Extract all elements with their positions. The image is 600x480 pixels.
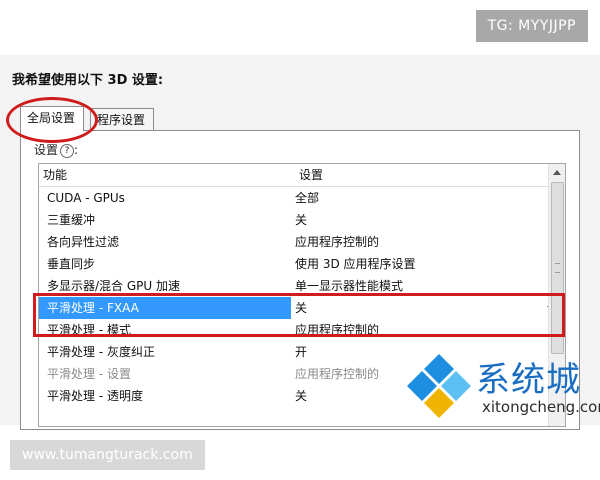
feature-cell: 平滑处理 - 灰度纠正	[47, 345, 155, 359]
page-title: 我希望使用以下 3D 设置:	[12, 73, 164, 88]
help-icon[interactable]: ?	[60, 143, 75, 158]
feature-cell: CUDA - GPUs	[47, 191, 125, 205]
setting-cell: 使用 3D 应用程序设置	[295, 257, 416, 271]
settings-label-text: 设置	[34, 143, 59, 157]
column-header-setting[interactable]: 设置	[295, 164, 565, 186]
list-header: 功能 设置	[39, 164, 565, 187]
logo-subtitle: xitongcheng.com	[482, 398, 600, 416]
annotation-rectangle	[33, 293, 565, 337]
watermark-bottom: www.tumangturack.com	[10, 440, 205, 470]
tab-program-settings[interactable]: 程序设置	[90, 108, 154, 130]
grip-icon	[555, 263, 560, 273]
table-row[interactable]: 三重缓冲 关	[39, 209, 565, 231]
table-row[interactable]: CUDA - GPUs 全部	[39, 187, 565, 209]
feature-cell: 平滑处理 - 透明度	[47, 389, 143, 403]
setting-cell: 应用程序控制的	[295, 235, 380, 249]
column-header-feature[interactable]: 功能	[39, 164, 295, 186]
annotation-oval	[6, 97, 98, 143]
table-row[interactable]: 垂直同步 使用 3D 应用程序设置	[39, 253, 565, 275]
feature-cell: 垂直同步	[47, 257, 96, 271]
setting-cell: 关	[295, 213, 308, 227]
scroll-up-icon[interactable]	[553, 170, 561, 175]
watermark-top: TG: MYYJJPP	[475, 10, 588, 42]
logo-title: 系统城	[476, 360, 581, 400]
feature-cell: 各向异性过滤	[47, 235, 120, 249]
feature-cell: 平滑处理 - 设置	[47, 367, 131, 381]
setting-cell: 全部	[295, 191, 320, 205]
windows-logo-icon	[407, 354, 471, 418]
feature-cell: 三重缓冲	[47, 213, 96, 227]
table-row[interactable]: 各向异性过滤 应用程序控制的	[39, 231, 565, 253]
settings-label: 设置?:	[34, 143, 79, 158]
xitongcheng-logo: 系统城 xitongcheng.com	[404, 352, 600, 422]
